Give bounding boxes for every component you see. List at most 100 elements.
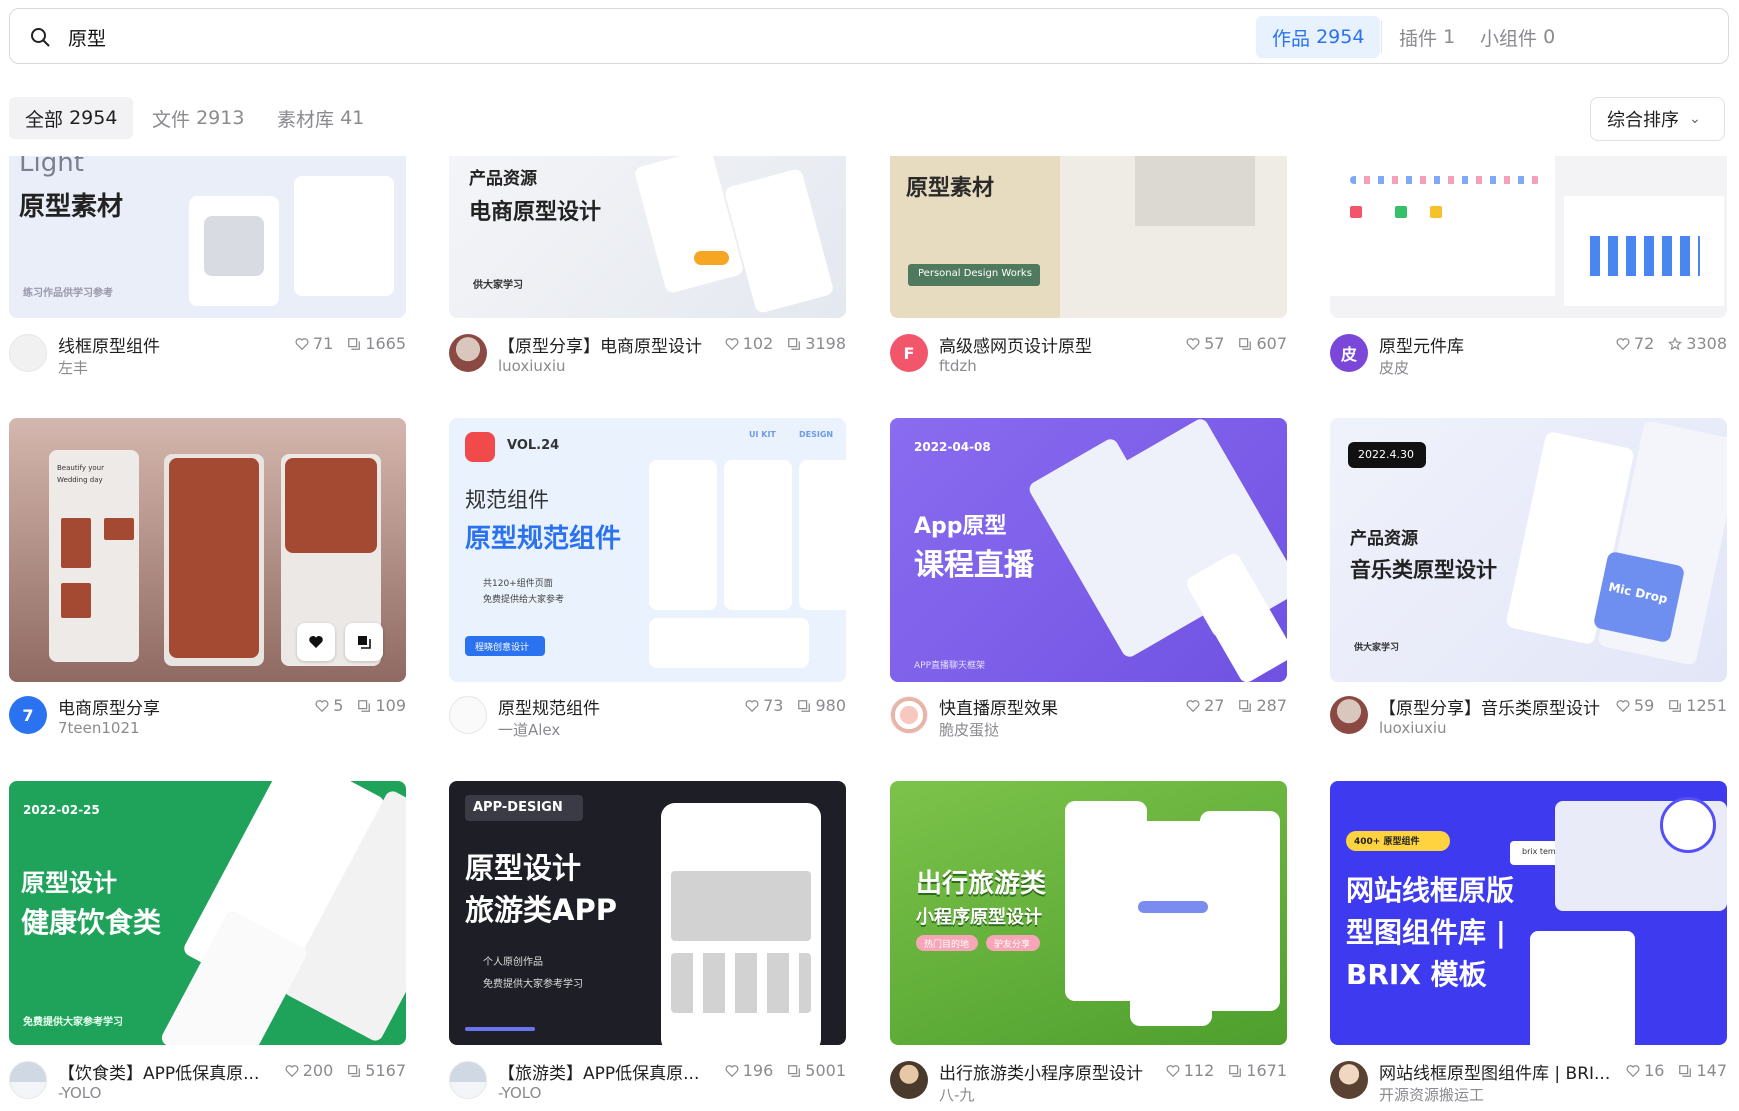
card-author[interactable]: -YOLO bbox=[498, 1084, 738, 1102]
card-author[interactable]: ftdzh bbox=[939, 357, 1179, 375]
card-thumbnail[interactable]: Beautify your Wedding day bbox=[9, 418, 406, 682]
card-title[interactable]: 原型规范组件 bbox=[498, 694, 748, 719]
filter-tab-libraries[interactable]: 素材库 41 bbox=[261, 97, 380, 139]
card-thumbnail[interactable]: 产品资源 电商原型设计 供大家学习 bbox=[449, 156, 846, 318]
avatar[interactable] bbox=[9, 1061, 47, 1099]
likes-stat[interactable]: 112 bbox=[1166, 1061, 1214, 1080]
card-thumbnail[interactable] bbox=[1330, 156, 1727, 318]
avatar[interactable]: F bbox=[890, 334, 928, 372]
chevron-down-icon: ⌄ bbox=[1689, 111, 1701, 127]
card-title[interactable]: 【原型分享】音乐类原型设计 bbox=[1379, 694, 1629, 719]
card-meta: F 高级感网页设计原型 ftdzh 57 607 bbox=[890, 332, 1287, 382]
card-stats: 71 1665 bbox=[295, 334, 406, 353]
card-meta: 皮 原型元件库 皮皮 72 3308 bbox=[1330, 332, 1727, 382]
card-title[interactable]: 原型元件库 bbox=[1379, 332, 1629, 357]
card-author[interactable]: luoxiuxiu bbox=[1379, 719, 1619, 737]
avatar[interactable] bbox=[890, 696, 928, 734]
heart-icon bbox=[745, 699, 759, 712]
card-thumbnail[interactable]: Light 原型素材 练习作品供学习参考 bbox=[9, 156, 406, 318]
card-meta: 快直播原型效果 脆皮蛋挞 27 287 bbox=[890, 694, 1287, 744]
color-swatch bbox=[1430, 206, 1442, 218]
avatar[interactable] bbox=[890, 1061, 928, 1099]
card-thumbnail[interactable]: 2022-02-25 原型设计 健康饮食类 免费提供大家参考学习 bbox=[9, 781, 406, 1045]
card-title[interactable]: 高级感网页设计原型 bbox=[939, 332, 1189, 357]
card-author[interactable]: luoxiuxiu bbox=[498, 357, 738, 375]
card-thumbnail[interactable]: 400+ 原型组件 网站线框原版 型图组件库 | BRIX 模板 brix te… bbox=[1330, 781, 1727, 1045]
likes-stat[interactable]: 59 bbox=[1616, 696, 1654, 715]
copy-icon bbox=[348, 1064, 361, 1077]
card-title[interactable]: 【原型分享】电商原型设计 bbox=[498, 332, 748, 357]
likes-stat[interactable]: 57 bbox=[1186, 334, 1224, 353]
avatar[interactable] bbox=[1330, 696, 1368, 734]
likes-stat[interactable]: 196 bbox=[725, 1061, 773, 1080]
card-title[interactable]: 电商原型分享 bbox=[58, 694, 308, 719]
card-author[interactable]: 八-九 bbox=[939, 1084, 1179, 1105]
card-thumbnail[interactable]: 2022.4.30 产品资源 音乐类原型设计 供大家学习 Mic Drop bbox=[1330, 418, 1727, 682]
card-thumbnail[interactable]: 原型素材 Personal Design Works bbox=[890, 156, 1287, 318]
likes-stat[interactable]: 72 bbox=[1616, 334, 1654, 353]
avatar[interactable] bbox=[449, 696, 487, 734]
scope-tab-widgets[interactable]: 小组件 0 bbox=[1464, 16, 1571, 58]
card-title[interactable]: 线框原型组件 bbox=[58, 332, 308, 357]
copy-icon bbox=[348, 337, 361, 350]
card-title[interactable]: 出行旅游类小程序原型设计 bbox=[939, 1059, 1189, 1084]
likes-stat[interactable]: 73 bbox=[745, 696, 783, 715]
progress-indicator bbox=[465, 1027, 535, 1031]
search-bar: 作品 2954 插件 1 小组件 0 bbox=[9, 8, 1729, 64]
card-thumbnail[interactable]: APP-DESIGN 原型设计 旅游类APP 个人原创作品 免费提供大家参考学习 bbox=[449, 781, 846, 1045]
card-author[interactable]: 7teen1021 bbox=[58, 719, 298, 737]
card-stats: 5 109 bbox=[315, 696, 406, 715]
like-button[interactable] bbox=[297, 623, 335, 661]
duplicates-stat: 287 bbox=[1238, 696, 1287, 715]
card-stats: 102 3198 bbox=[725, 334, 846, 353]
avatar[interactable] bbox=[9, 334, 47, 372]
likes-stat[interactable]: 16 bbox=[1626, 1061, 1664, 1080]
card-thumbnail[interactable]: VOL.24 UI KIT DESIGN 规范组件 原型规范组件 共120+组件… bbox=[449, 418, 846, 682]
likes-stat[interactable]: 102 bbox=[725, 334, 773, 353]
search-icon bbox=[30, 27, 50, 47]
image-placeholder bbox=[61, 583, 91, 618]
card-author[interactable]: 开源资源搬运工 bbox=[1379, 1084, 1619, 1105]
card-title[interactable]: 网站线框原型图组件库 | BRI... bbox=[1379, 1059, 1629, 1084]
likes-stat[interactable]: 200 bbox=[285, 1061, 333, 1080]
results-grid: Light 原型素材 练习作品供学习参考 线框原型组件 左丰 71 1665 产… bbox=[0, 156, 1739, 1111]
avatar[interactable] bbox=[449, 1061, 487, 1099]
card-thumbnail[interactable]: 出行旅游类 小程序原型设计 热门目的地 驴友分享 bbox=[890, 781, 1287, 1045]
filter-tab-files[interactable]: 文件 2913 bbox=[136, 97, 260, 139]
heart-icon bbox=[1626, 1064, 1640, 1077]
heart-icon bbox=[1166, 1064, 1180, 1077]
avatar[interactable]: 7 bbox=[9, 696, 47, 734]
image-placeholder bbox=[671, 871, 811, 941]
duplicates-stat: 980 bbox=[797, 696, 846, 715]
filter-tab-all[interactable]: 全部 2954 bbox=[9, 97, 134, 139]
duplicates-stat: 3198 bbox=[787, 334, 846, 353]
likes-stat[interactable]: 27 bbox=[1186, 696, 1224, 715]
sort-dropdown[interactable]: 综合排序 ⌄ bbox=[1590, 97, 1725, 141]
card-title[interactable]: 【旅游类】APP低保真原... bbox=[498, 1059, 748, 1084]
avatar[interactable]: 皮 bbox=[1330, 334, 1368, 372]
card-thumbnail[interactable]: 2022-04-08 App原型 课程直播 APP直播聊天框架 bbox=[890, 418, 1287, 682]
card-author[interactable]: -YOLO bbox=[58, 1084, 298, 1102]
likes-stat[interactable]: 71 bbox=[295, 334, 333, 353]
heart-icon bbox=[309, 636, 323, 648]
search-input[interactable] bbox=[68, 19, 1268, 55]
avatar[interactable] bbox=[449, 334, 487, 372]
scope-tab-plugins[interactable]: 插件 1 bbox=[1383, 16, 1471, 58]
card-author[interactable]: 脆皮蛋挞 bbox=[939, 719, 1179, 740]
bar-preview bbox=[1590, 236, 1700, 276]
card-meta: 7 电商原型分享 7teen1021 5 109 bbox=[9, 694, 406, 744]
card-title[interactable]: 快直播原型效果 bbox=[939, 694, 1189, 719]
card-author[interactable]: 皮皮 bbox=[1379, 357, 1619, 378]
card-title[interactable]: 【饮食类】APP低保真原... bbox=[58, 1059, 308, 1084]
card-stats: 112 1671 bbox=[1166, 1061, 1287, 1080]
likes-stat[interactable]: 5 bbox=[315, 696, 343, 715]
scope-tab-works[interactable]: 作品 2954 bbox=[1256, 16, 1381, 58]
card-author[interactable]: 一道Alex bbox=[498, 719, 738, 740]
duplicates-stat: 1251 bbox=[1668, 696, 1727, 715]
avatar[interactable] bbox=[1330, 1061, 1368, 1099]
card-stats: 72 3308 bbox=[1616, 334, 1727, 353]
copy-icon bbox=[1229, 1064, 1242, 1077]
card-author[interactable]: 左丰 bbox=[58, 357, 298, 378]
duplicate-button[interactable] bbox=[345, 623, 383, 661]
copy-icon bbox=[1239, 699, 1252, 712]
